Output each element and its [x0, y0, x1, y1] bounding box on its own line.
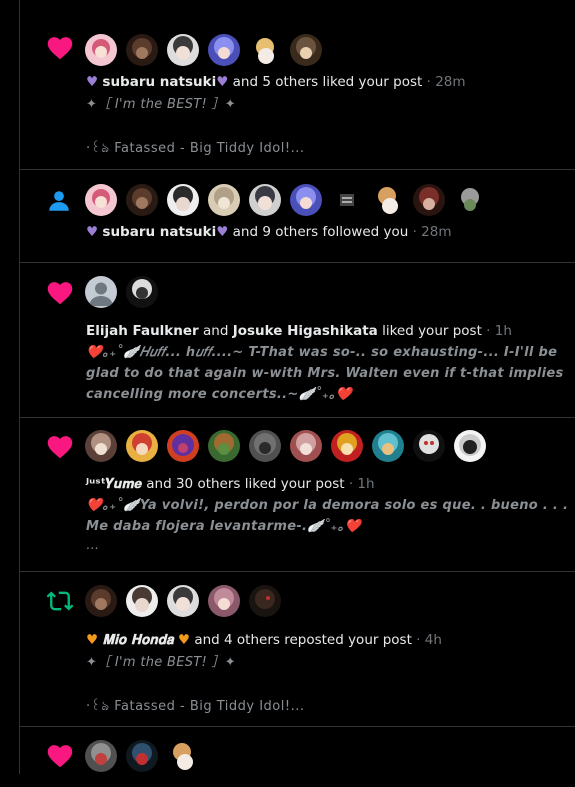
actor-name-2[interactable]: Josuke Higashikata	[233, 323, 378, 339]
timestamp[interactable]: · 1h	[349, 476, 375, 492]
avatar[interactable]	[85, 34, 117, 66]
heart-icon	[46, 279, 74, 307]
action-text: and 5 others liked your post	[232, 74, 423, 90]
avatar[interactable]	[208, 430, 240, 462]
post-subtext[interactable]: ·꒰ঌ Fatassed - Big Tiddy Idol!...	[86, 697, 304, 718]
action-text: and 4 others reposted your post	[194, 632, 412, 648]
post-preview[interactable]: ✦［ I'm the BEST! ］✦	[86, 94, 574, 115]
heart-icon	[46, 433, 74, 461]
timestamp[interactable]: · 4h	[416, 632, 442, 648]
avatar[interactable]	[126, 740, 158, 772]
avatar[interactable]	[126, 276, 158, 308]
avatar[interactable]	[126, 585, 158, 617]
avatar[interactable]	[290, 184, 322, 216]
repost-icon	[46, 587, 74, 615]
timestamp[interactable]: · 1h	[486, 323, 512, 339]
avatar[interactable]	[372, 430, 404, 462]
avatar[interactable]	[454, 184, 486, 216]
notification-text: ᴶᵘˢᵗ𝒀𝒖𝒎𝒆 and 30 others liked your post ·…	[86, 475, 375, 493]
notification-like[interactable]: ♥ subaru natsuki♥ and 5 others liked you…	[20, 10, 575, 170]
avatar[interactable]	[290, 430, 322, 462]
purple-heart-icon: ♥	[216, 224, 229, 240]
orange-heart-icon: ♥	[86, 632, 99, 648]
avatar[interactable]	[208, 585, 240, 617]
avatar[interactable]	[413, 184, 445, 216]
avatar[interactable]	[167, 430, 199, 462]
avatar[interactable]	[208, 34, 240, 66]
timestamp[interactable]: · 28m	[413, 224, 452, 240]
actor-name[interactable]: subaru natsuki	[102, 224, 216, 240]
avatar[interactable]	[126, 430, 158, 462]
avatar[interactable]	[126, 184, 158, 216]
avatar[interactable]	[249, 184, 281, 216]
notification-text: ♥ subaru natsuki♥ and 9 others followed …	[86, 223, 452, 241]
avatar[interactable]	[85, 585, 117, 617]
avatar[interactable]	[85, 430, 117, 462]
notification-text: ♥ 𝐌𝐢𝐨 𝐇𝐨𝐧𝐝𝐚 ♥ and 4 others reposted your…	[86, 631, 442, 649]
action-text: liked your post	[382, 323, 482, 339]
notification-repost[interactable]: ♥ 𝐌𝐢𝐨 𝐇𝐨𝐧𝐝𝐚 ♥ and 4 others reposted your…	[20, 572, 575, 727]
heart-icon	[46, 34, 74, 62]
post-preview[interactable]: ✦［ I'm the BEST! ］✦	[86, 652, 574, 673]
avatar[interactable]	[126, 34, 158, 66]
actor-name[interactable]: subaru natsuki	[102, 74, 216, 90]
avatar[interactable]	[85, 740, 117, 772]
notification-follow[interactable]: ♥ subaru natsuki♥ and 9 others followed …	[20, 170, 575, 263]
actor-name[interactable]: ᴶᵘˢᵗ𝒀𝒖𝒎𝒆	[86, 476, 142, 492]
actor-name[interactable]: Elijah Faulkner	[86, 323, 199, 339]
notification-like[interactable]: ᴶᵘˢᵗ𝒀𝒖𝒎𝒆 and 30 others liked your post ·…	[20, 418, 575, 572]
avatar[interactable]	[454, 430, 486, 462]
avatar[interactable]	[249, 34, 281, 66]
avatar[interactable]	[372, 184, 404, 216]
avatar[interactable]	[167, 34, 199, 66]
timestamp[interactable]: · 28m	[427, 74, 466, 90]
avatar[interactable]	[413, 430, 445, 462]
post-preview[interactable]: ❤️｡₊˚🪽Ya volvi!, perdon por la demora so…	[86, 495, 574, 537]
avatar[interactable]	[167, 585, 199, 617]
post-subtext[interactable]: ·꒰ঌ Fatassed - Big Tiddy Idol!...	[86, 139, 304, 160]
avatar[interactable]	[290, 34, 322, 66]
avatar[interactable]	[331, 430, 363, 462]
avatar[interactable]	[249, 430, 281, 462]
post-preview[interactable]: ❤️｡₊˚🪽𝐻𝑢𝑓𝑓... ℎ𝑢𝑓𝑓....~ T-That was so-..…	[86, 342, 574, 405]
avatar[interactable]	[331, 184, 363, 216]
avatar[interactable]	[249, 585, 281, 617]
avatar[interactable]	[85, 184, 117, 216]
notification-text: Elijah Faulkner and Josuke Higashikata l…	[86, 322, 512, 340]
purple-heart-icon: ♥	[86, 74, 99, 90]
orange-heart-icon: ♥	[177, 632, 191, 648]
purple-heart-icon: ♥	[86, 224, 99, 240]
connector-text: and	[203, 323, 229, 339]
notification-text: ♥ subaru natsuki♥ and 5 others liked you…	[86, 73, 466, 91]
notification-like[interactable]: Elijah Faulkner and Josuke Higashikata l…	[20, 263, 575, 418]
avatar[interactable]	[208, 184, 240, 216]
action-text: and 9 others followed you	[232, 224, 409, 240]
heart-icon	[46, 742, 74, 770]
avatar[interactable]	[167, 184, 199, 216]
actor-name[interactable]: 𝐌𝐢𝐨 𝐇𝐨𝐧𝐝𝐚	[102, 632, 173, 648]
post-more[interactable]: ...	[86, 538, 99, 552]
notifications-feed: ♥ subaru natsuki♥ and 5 others liked you…	[19, 0, 575, 774]
purple-heart-icon: ♥	[216, 74, 229, 90]
avatar[interactable]	[85, 276, 117, 308]
avatar[interactable]	[167, 740, 199, 772]
action-text: and 30 others liked your post	[146, 476, 345, 492]
person-icon	[46, 188, 74, 216]
notification-like[interactable]	[20, 727, 575, 787]
